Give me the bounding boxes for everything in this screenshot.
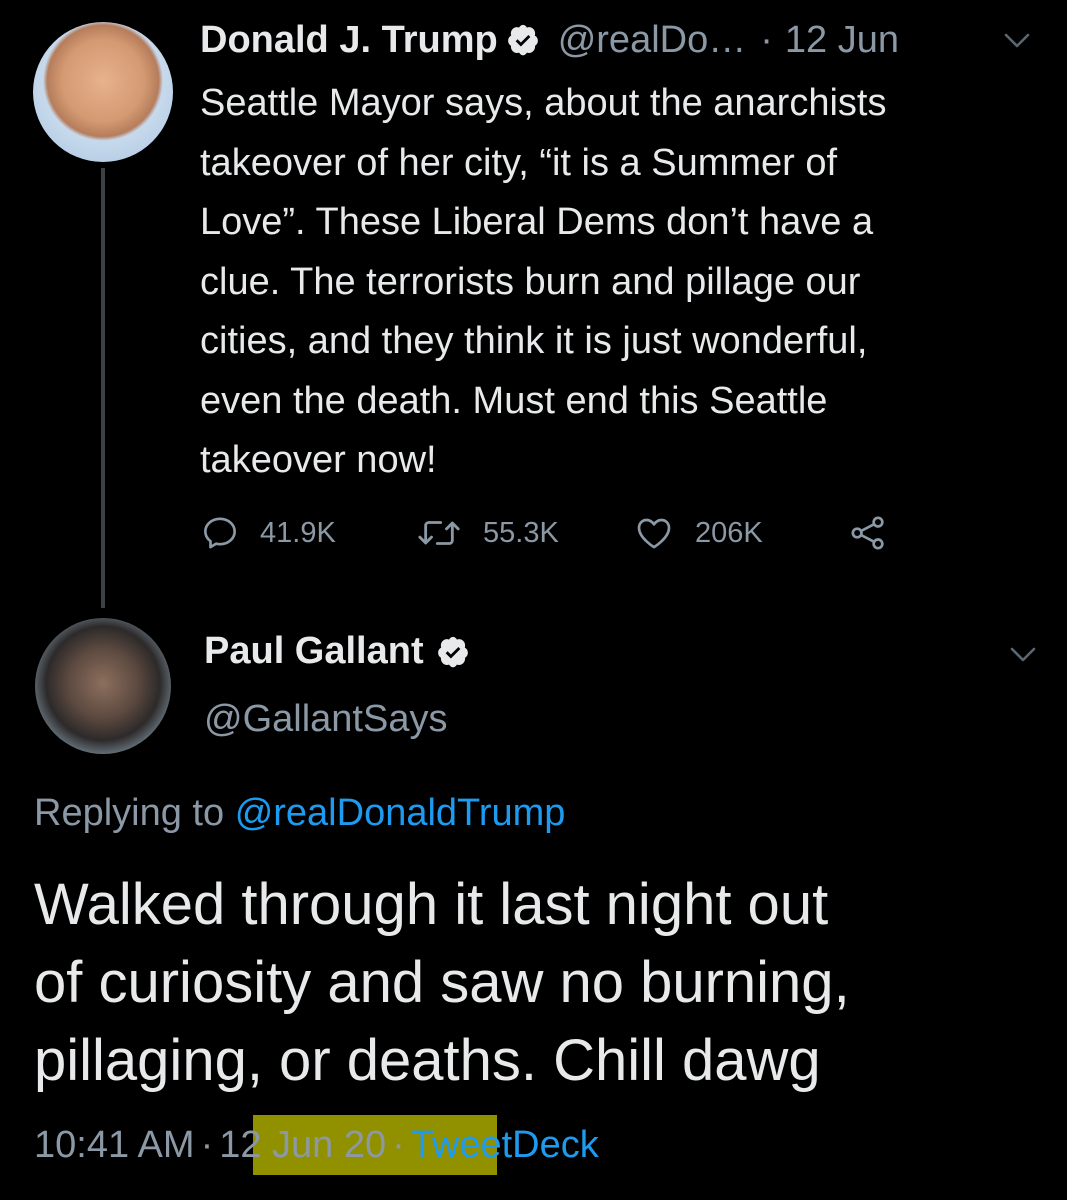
tweet-text-line: Walked through it last night out — [34, 872, 829, 937]
reply-meta: 10:41 AM · 12 Jun 20 · TweetDeck — [34, 1116, 599, 1174]
header-separator: · — [760, 18, 773, 61]
like-button[interactable]: 206K — [633, 513, 847, 553]
retweet-icon — [418, 521, 460, 545]
tweet-text-line: even the death. Must end this Seattle — [200, 379, 828, 422]
reply-handle[interactable]: @GallantSays — [204, 698, 447, 741]
avatar-trump[interactable] — [33, 22, 173, 162]
replying-to-prefix: Replying to — [34, 792, 225, 834]
reply-tweet-text: Walked through it last night out of curi… — [34, 866, 1044, 1100]
share-button[interactable] — [847, 513, 889, 553]
thread-connector-line — [101, 168, 105, 608]
verified-badge-icon — [437, 636, 468, 667]
replying-to-link[interactable]: @realDonaldTrump — [235, 792, 566, 834]
chevron-down-icon[interactable] — [1003, 32, 1031, 50]
share-icon — [851, 516, 884, 550]
tweet-text-line: takeover of her city, “it is a Summer of — [200, 141, 838, 184]
meta-separator: · — [200, 1123, 214, 1166]
client-link[interactable]: TweetDeck — [411, 1124, 599, 1167]
tweet-text-line: takeover now! — [200, 439, 437, 481]
heart-icon — [637, 518, 671, 549]
parent-handle[interactable]: @realDo… — [558, 19, 747, 62]
replying-to: Replying to @realDonaldTrump — [34, 792, 565, 835]
tweet-text-line: of curiosity and saw no burning, — [34, 950, 850, 1015]
reply-display-name[interactable]: Paul Gallant — [204, 630, 424, 673]
parent-tweet-header: Donald J. Trump @realDo… · 12 Jun — [200, 16, 899, 64]
reply-count: 41.9K — [260, 516, 336, 549]
reply-button[interactable]: 41.9K — [200, 513, 415, 553]
chevron-down-icon[interactable] — [1009, 646, 1037, 664]
parent-display-name[interactable]: Donald J. Trump — [200, 19, 498, 62]
reply-header: Paul Gallant — [204, 630, 470, 673]
reply-date[interactable]: 12 Jun 20 — [219, 1124, 386, 1167]
like-count: 206K — [695, 516, 763, 549]
tweet-text-line: Seattle Mayor says, about the anarchists — [200, 82, 887, 124]
avatar-gallant[interactable] — [35, 618, 171, 754]
reply-icon — [204, 517, 237, 549]
retweet-count: 55.3K — [483, 516, 559, 549]
retweet-button[interactable]: 55.3K — [415, 513, 633, 553]
parent-date[interactable]: 12 Jun — [785, 19, 899, 62]
tweet-text-line: clue. The terrorists burn and pillage ou… — [200, 260, 861, 303]
tweet-text-line: Love”. These Liberal Dems don’t have a — [200, 201, 874, 243]
tweet-text-line: cities, and they think it is just wonder… — [200, 320, 868, 362]
meta-separator: · — [392, 1123, 405, 1166]
parent-tweet-text: Seattle Mayor says, about the anarchists… — [200, 74, 1040, 491]
tweet-actions: 41.9K 55.3K 206K — [200, 508, 889, 558]
tweet-text-line: pillaging, or deaths. Chill dawg — [34, 1028, 821, 1093]
reply-time[interactable]: 10:41 AM — [34, 1124, 195, 1167]
verified-badge-icon — [507, 24, 538, 56]
